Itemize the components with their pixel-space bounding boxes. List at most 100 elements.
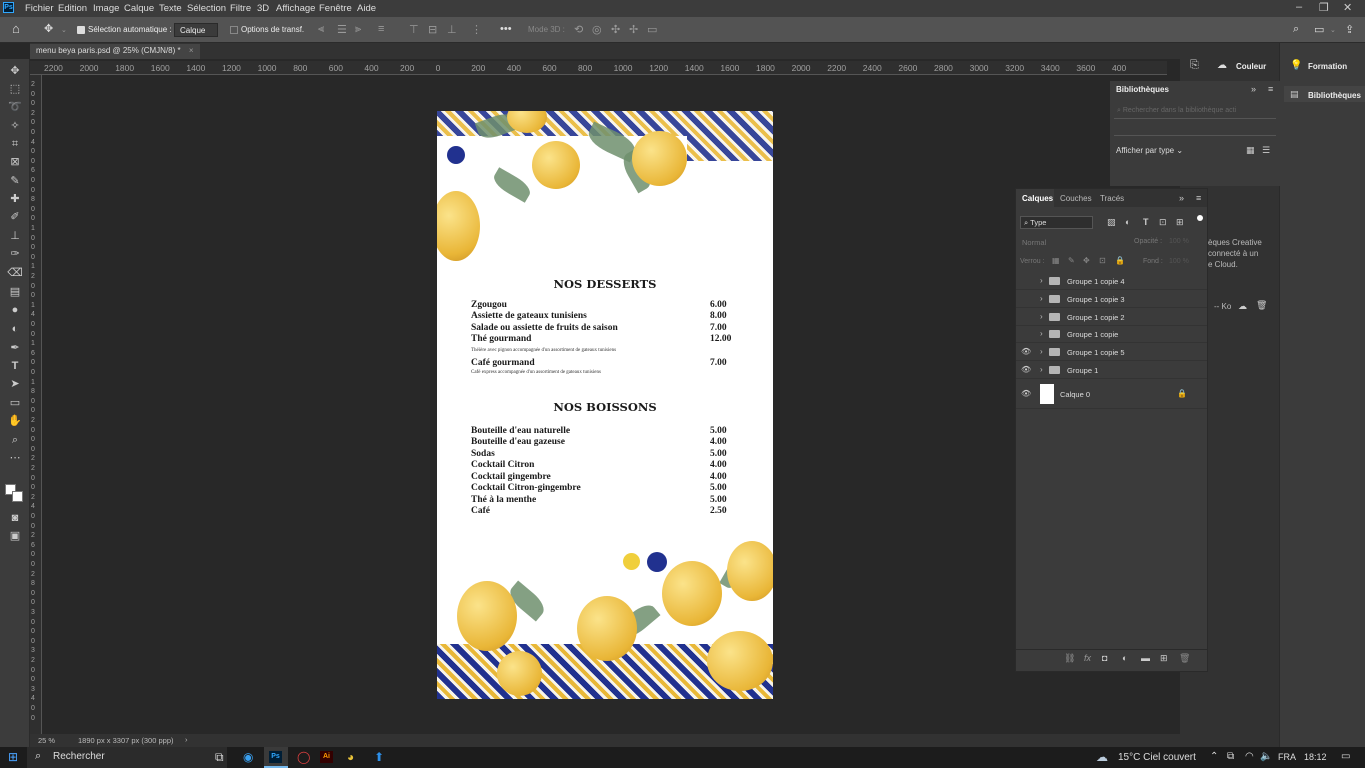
network-icon[interactable]: ⧉	[1227, 751, 1234, 762]
gradient-tool-icon[interactable]: ▤	[7, 285, 23, 299]
frame-tool-icon[interactable]: ⊠	[7, 155, 23, 169]
pen-tool-icon[interactable]: ✒	[7, 341, 23, 355]
camera-3d-icon[interactable]: ▭	[647, 23, 657, 36]
libraries-icon[interactable]: ▤	[1290, 89, 1299, 100]
screen-mode-icon[interactable]: ▣	[7, 529, 23, 543]
blur-tool-icon[interactable]: ●	[7, 303, 23, 317]
lock-paint-icon[interactable]: ✎	[1068, 256, 1075, 265]
brush-tool-icon[interactable]: ✐	[7, 210, 23, 224]
expand-chevron-icon[interactable]: ›	[1040, 312, 1043, 321]
menu-selection[interactable]: Sélection	[187, 3, 226, 14]
marquee-tool-icon[interactable]: ⬚	[7, 82, 23, 96]
share-icon[interactable]: ⇪	[1345, 23, 1354, 36]
layer-row[interactable]: 👁 › Groupe 1 copie 5	[1016, 344, 1207, 361]
collapse-icon[interactable]: »	[1179, 193, 1184, 203]
layer-row[interactable]: 👁 › Groupe 1	[1016, 362, 1207, 379]
search-icon[interactable]: ⌕	[1293, 23, 1299, 36]
collapse-icon[interactable]: »	[1251, 84, 1256, 94]
history-brush-icon[interactable]: ✑	[7, 247, 23, 261]
eye-icon[interactable]: 👁	[1021, 365, 1032, 374]
tab-calques[interactable]: Calques	[1022, 194, 1053, 203]
task-view-icon[interactable]: ⧉	[215, 750, 224, 765]
eye-icon[interactable]: 👁	[1021, 347, 1032, 356]
language-indicator[interactable]: FRA	[1278, 752, 1296, 762]
chevron-down-icon[interactable]: ⌄	[61, 26, 67, 34]
doc-info[interactable]: 1890 px x 3307 px (300 ppp)	[78, 736, 174, 745]
layer-row[interactable]: › Groupe 1 copie 4	[1016, 273, 1207, 290]
tab-traces[interactable]: Tracés	[1100, 194, 1124, 203]
crop-tool-icon[interactable]: ⌗	[7, 137, 23, 151]
drag-3d-icon[interactable]: ✣	[611, 23, 620, 36]
layer-row[interactable]: › Groupe 1 copie 2	[1016, 309, 1207, 326]
align-top-icon[interactable]: ⊤	[409, 23, 419, 36]
menu-aide[interactable]: Aide	[357, 3, 376, 14]
menu-fenetre[interactable]: Fenêtre	[319, 3, 352, 14]
layer-filter-dropdown[interactable]: ⌕ Type	[1020, 216, 1093, 229]
menu-affichage[interactable]: Affichage	[276, 3, 315, 14]
delete-layer-icon[interactable]: 🗑	[1179, 653, 1190, 664]
opera-icon[interactable]: ◯	[297, 750, 310, 764]
zoom-level[interactable]: 25 %	[38, 736, 55, 745]
layer-row[interactable]: › Groupe 1 copie	[1016, 326, 1207, 343]
history-icon[interactable]: ⎘	[1190, 59, 1199, 72]
illustrator-icon[interactable]: Ai	[320, 751, 333, 763]
move-tool-icon[interactable]: ✥	[44, 22, 53, 35]
libraries-tab[interactable]: Bibliothèques	[1116, 85, 1169, 94]
expand-chevron-icon[interactable]: ›	[1040, 276, 1043, 285]
eraser-tool-icon[interactable]: ⌫	[7, 266, 23, 280]
restore-button[interactable]: ❐	[1319, 1, 1329, 14]
list-view-icon[interactable]: ☰	[1262, 145, 1270, 156]
layer-row[interactable]: › Groupe 1 copie 3	[1016, 291, 1207, 308]
path-select-icon[interactable]: ➤	[7, 377, 23, 391]
status-chevron-icon[interactable]: ›	[185, 735, 188, 744]
menu-image[interactable]: Image	[93, 3, 119, 14]
tray-chevron-icon[interactable]: ⌃	[1210, 751, 1218, 762]
expand-chevron-icon[interactable]: ›	[1040, 294, 1043, 303]
library-search-input[interactable]: ⌕ Rechercher dans la bibliothèque acti	[1114, 104, 1276, 119]
library-dropdown[interactable]	[1114, 124, 1276, 136]
tab-close-icon[interactable]: ×	[189, 46, 194, 55]
clock[interactable]: 18:12	[1304, 752, 1327, 762]
document-tab[interactable]: menu beya paris.psd @ 25% (CMJN/8) * ×	[30, 44, 200, 59]
cloud-sync-icon[interactable]: ☁	[1238, 301, 1247, 312]
filter-pixel-icon[interactable]: ▨	[1107, 217, 1116, 228]
wifi-icon[interactable]: ◠	[1245, 751, 1254, 762]
auto-select-checkbox[interactable]	[77, 26, 85, 34]
adjustment-layer-icon[interactable]: ◐	[1122, 653, 1127, 663]
more-tools-icon[interactable]: ⋯	[7, 451, 23, 465]
lock-transparent-icon[interactable]: ▦	[1052, 256, 1060, 265]
align-bottom-icon[interactable]: ⊥	[447, 23, 457, 36]
menu-calque[interactable]: Calque	[124, 3, 154, 14]
dodge-tool-icon[interactable]: ◐	[7, 322, 23, 336]
menu-edition[interactable]: Edition	[58, 3, 87, 14]
distribute-icon[interactable]: ≡	[378, 23, 384, 35]
rectangle-tool-icon[interactable]: ▭	[7, 396, 23, 410]
menu-texte[interactable]: Texte	[159, 3, 182, 14]
edge-icon[interactable]: ◉	[243, 750, 253, 764]
filter-toggle[interactable]	[1197, 215, 1203, 221]
formation-icon[interactable]: 💡	[1290, 60, 1302, 71]
menu-fichier[interactable]: Fichier	[25, 3, 54, 14]
view-by-type-dropdown[interactable]: Afficher par type ⌄	[1116, 146, 1183, 155]
tab-couches[interactable]: Couches	[1060, 194, 1092, 203]
fill-value[interactable]: 100 %	[1169, 258, 1189, 265]
photoshop-taskbar-button[interactable]: Ps	[264, 747, 288, 768]
formation-panel-label[interactable]: Formation	[1308, 62, 1347, 71]
type-tool-icon[interactable]: T	[7, 359, 23, 373]
expand-chevron-icon[interactable]: ›	[1040, 329, 1043, 338]
trash-icon[interactable]: 🗑	[1256, 300, 1267, 311]
align-center-icon[interactable]: ☰	[337, 23, 347, 36]
rotate-3d-icon[interactable]: ⟲	[574, 23, 583, 36]
filter-adjust-icon[interactable]: ◐	[1125, 217, 1130, 227]
home-icon[interactable]: ⌂	[12, 21, 20, 36]
eyedropper-icon[interactable]: ✎	[7, 174, 23, 188]
blend-mode-dropdown[interactable]: Normal	[1022, 238, 1046, 247]
expand-chevron-icon[interactable]: ›	[1040, 365, 1043, 374]
volume-icon[interactable]: 🔈	[1260, 751, 1272, 762]
lasso-tool-icon[interactable]: ➰	[7, 100, 23, 114]
zoom-tool-icon[interactable]: ⌕	[7, 433, 23, 447]
lock-artboard-icon[interactable]: ⊡	[1099, 256, 1106, 265]
align-left-icon[interactable]: ⫷	[318, 23, 324, 36]
minimize-button[interactable]: –	[1296, 1, 1302, 13]
distribute-v-icon[interactable]: ⋮	[471, 23, 482, 36]
